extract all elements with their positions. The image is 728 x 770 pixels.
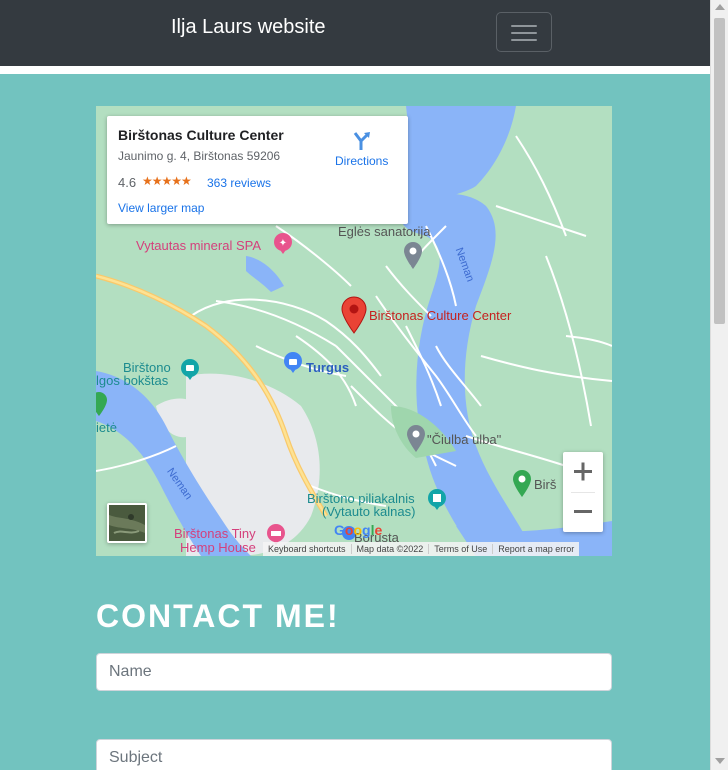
satellite-thumbnail-icon [109,505,145,541]
satellite-toggle-button[interactable] [107,503,147,543]
map-data-text: Map data ©2022 [352,544,430,554]
map-label-ciulba-ulba[interactable]: "Čiulba ulba" [427,432,501,447]
google-logo: Google [334,522,383,538]
map-label-birstono-tower-2[interactable]: lgos bokštas [96,373,168,388]
contact-title: CONTACT ME! [96,598,340,634]
map-label-culture-center[interactable]: Birštonas Culture Center [369,308,511,323]
brand-link[interactable]: Ilja Laurs website [171,16,326,39]
subject-input[interactable] [96,739,612,770]
map-label-iete[interactable]: ietė [96,420,117,435]
zoom-in-button[interactable] [563,452,603,492]
map-label-turgus[interactable]: Turgus [306,360,349,375]
map-attribution-bar: Keyboard shortcuts Map data ©2022 Terms … [263,542,580,556]
zoom-out-button[interactable] [563,492,603,532]
navbar-toggler-button[interactable] [496,12,552,52]
keyboard-shortcuts-link[interactable]: Keyboard shortcuts [263,544,352,554]
market-marker-icon[interactable] [283,351,303,373]
map-label-tiny-house-1[interactable]: Birštonas Tiny [174,526,256,541]
map-label-birs[interactable]: Birš [534,477,556,492]
place-title: Birštonas Culture Center [118,127,284,143]
scrollbar-thumb[interactable] [714,18,725,324]
page-scrollbar[interactable] [710,0,728,770]
green-marker-right-icon[interactable] [511,468,533,498]
ciulba-marker-icon[interactable] [405,423,427,453]
place-address: Jaunimo g. 4, Birštonas 59206 [118,149,281,163]
terms-of-use-link[interactable]: Terms of Use [429,544,494,554]
egles-marker-icon[interactable] [402,240,424,270]
rating-stars-icon: ★★★★★ [142,174,192,188]
tower-marker-icon[interactable] [180,358,200,380]
scroll-down-arrow-icon[interactable] [715,758,725,764]
name-input[interactable] [96,653,612,691]
spa-marker-icon[interactable]: ✦ [273,232,293,254]
place-info-card: Birštonas Culture Center Jaunimo g. 4, B… [107,116,408,224]
scroll-up-arrow-icon[interactable] [715,4,725,10]
directions-button[interactable]: Directions [329,128,395,170]
reviews-link[interactable]: 363 reviews [207,176,271,190]
selected-place-marker-icon[interactable] [340,296,368,334]
plus-icon [574,462,592,481]
directions-label: Directions [335,154,389,168]
view-larger-map-link[interactable]: View larger map [118,201,204,215]
green-marker-left-icon[interactable] [96,391,108,417]
map-label-piliakalnis-2[interactable]: (Vytauto kalnas) [322,504,415,519]
navbar: Ilja Laurs website [0,0,710,66]
zoom-controls [563,452,603,532]
map-label-tiny-house-2[interactable]: Hemp House [180,540,256,555]
report-map-error-link[interactable]: Report a map error [493,544,579,554]
directions-icon [353,132,370,150]
header-divider [0,66,710,74]
castle-hill-marker-icon[interactable] [427,488,447,510]
hamburger-icon [511,25,537,27]
minus-icon [574,510,592,513]
map-label-egles[interactable]: Eglės sanatorija [338,224,431,239]
google-map-embed[interactable]: ✦ Vytautas mineral SPA Eglės sanatorija … [96,106,612,556]
svg-text:✦: ✦ [279,238,287,249]
map-label-vytautas-spa[interactable]: Vytautas mineral SPA [136,238,261,253]
place-rating: 4.6 [118,175,137,190]
